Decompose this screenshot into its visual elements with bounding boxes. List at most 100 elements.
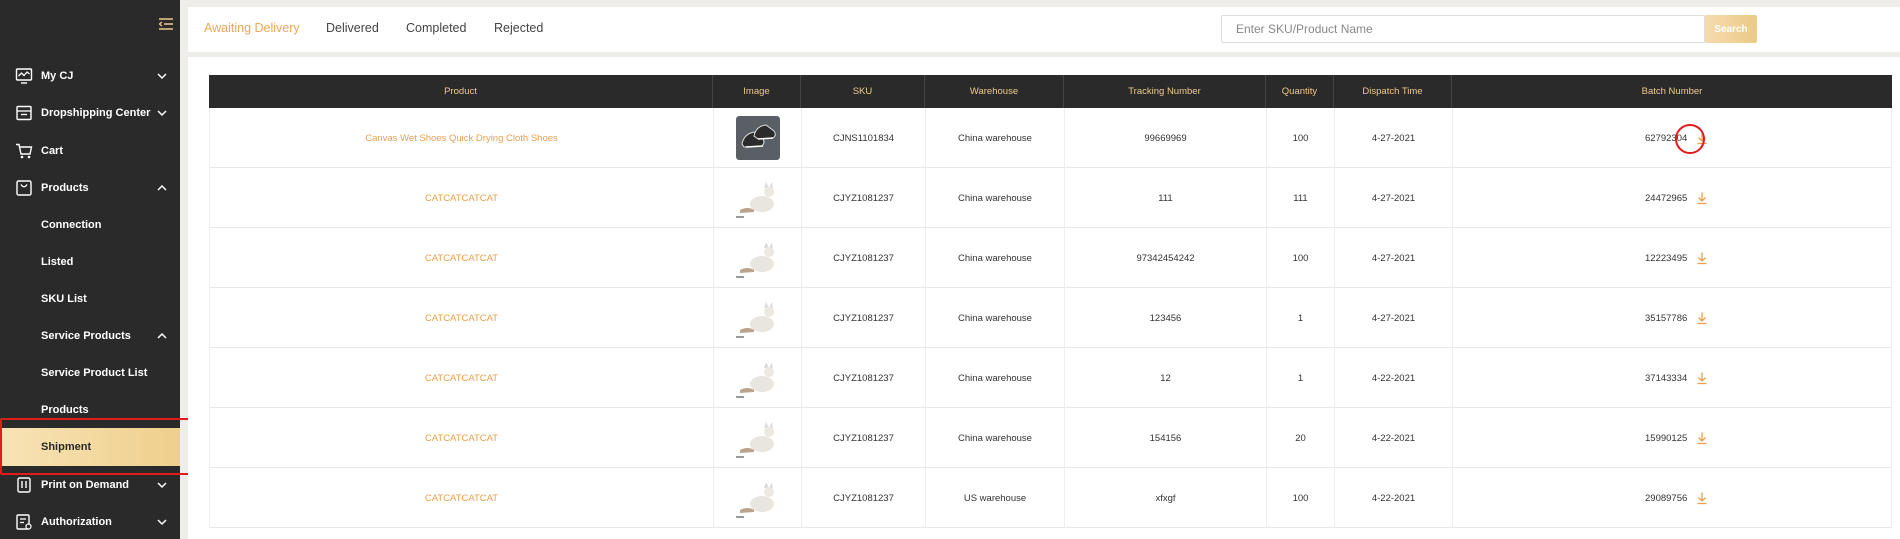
- sidebar-item-dropshipping-center[interactable]: Dropshipping Center: [0, 95, 180, 131]
- product-thumbnail: [735, 176, 780, 220]
- table-row: CATCATCATCAT CJYZ1081237 China warehouse 97…: [209, 228, 1892, 288]
- sidebar-item-my-cj[interactable]: My CJ: [0, 58, 180, 94]
- cell-image: [714, 228, 802, 288]
- tab-completed[interactable]: Completed: [406, 21, 466, 35]
- sidebar-item-connection[interactable]: Connection: [0, 207, 180, 243]
- sidebar-item-service-products[interactable]: Service Products: [0, 318, 180, 354]
- download-icon[interactable]: [1695, 371, 1709, 385]
- monitor-icon: [14, 66, 34, 86]
- cell-quantity: 1: [1267, 288, 1335, 348]
- chevron-down-icon: [157, 73, 167, 80]
- header-tracking-number: Tracking Number: [1064, 75, 1266, 108]
- cell-quantity: 111: [1267, 168, 1335, 228]
- cell-image: [714, 168, 802, 228]
- cell-sku: CJYZ1081237: [802, 288, 926, 348]
- table-row: CATCATCATCAT CJYZ1081237 China warehouse 11…: [209, 168, 1892, 228]
- cell-warehouse: China warehouse: [926, 348, 1065, 408]
- cell-image: [714, 348, 802, 408]
- cart-icon: [14, 141, 34, 161]
- tab-awaiting-delivery[interactable]: Awaiting Delivery: [204, 21, 300, 35]
- download-icon[interactable]: [1695, 191, 1709, 205]
- cell-dispatch: 4-27-2021: [1335, 288, 1453, 348]
- cell-product[interactable]: CATCATCATCAT: [210, 168, 714, 228]
- cell-warehouse: China warehouse: [926, 408, 1065, 468]
- cell-dispatch: 4-22-2021: [1335, 468, 1453, 528]
- download-icon[interactable]: [1695, 311, 1709, 325]
- cell-batch: 29089756: [1453, 468, 1893, 528]
- cell-batch: 15990125: [1453, 408, 1893, 468]
- cell-warehouse: US warehouse: [926, 468, 1065, 528]
- cell-warehouse: China warehouse: [926, 288, 1065, 348]
- header-product: Product: [209, 75, 713, 108]
- sidebar-item-products[interactable]: Products: [0, 170, 180, 206]
- cell-warehouse: China warehouse: [926, 108, 1065, 168]
- search-input[interactable]: [1221, 15, 1705, 43]
- cell-tracking: 111: [1065, 168, 1267, 228]
- cell-quantity: 100: [1267, 108, 1335, 168]
- header-quantity: Quantity: [1266, 75, 1334, 108]
- sidebar-item-print-on-demand[interactable]: Print on Demand: [0, 467, 180, 503]
- cell-tracking: 97342454242: [1065, 228, 1267, 288]
- cell-quantity: 100: [1267, 228, 1335, 288]
- cell-dispatch: 4-22-2021: [1335, 348, 1453, 408]
- product-thumbnail: [735, 356, 780, 400]
- cell-image: [714, 468, 802, 528]
- tab-delivered[interactable]: Delivered: [326, 21, 379, 35]
- product-thumbnail: [735, 416, 780, 460]
- cell-dispatch: 4-27-2021: [1335, 168, 1453, 228]
- cell-tracking: 12: [1065, 348, 1267, 408]
- cell-image: [714, 408, 802, 468]
- sidebar-item-shipment[interactable]: Shipment: [0, 428, 180, 466]
- download-icon[interactable]: [1695, 131, 1709, 145]
- sidebar-item-cart[interactable]: Cart: [0, 133, 180, 169]
- cell-sku: CJYZ1081237: [802, 468, 926, 528]
- sidebar-item-service-product-list[interactable]: Service Product List: [0, 355, 180, 391]
- cell-tracking: 99669969: [1065, 108, 1267, 168]
- download-icon[interactable]: [1695, 491, 1709, 505]
- sidebar-item-sku-list[interactable]: SKU List: [0, 281, 180, 317]
- cell-quantity: 20: [1267, 408, 1335, 468]
- sidebar-item-listed[interactable]: Listed: [0, 244, 180, 280]
- chevron-up-icon: [157, 184, 167, 191]
- header-sku: SKU: [801, 75, 925, 108]
- table-header: Product Image SKU Warehouse Tracking Num…: [209, 75, 1892, 108]
- cell-product[interactable]: Canvas Wet Shoes Quick Drying Cloth Shoe…: [210, 108, 714, 168]
- package-icon: [14, 103, 34, 123]
- batch-number: 37143334: [1645, 372, 1688, 384]
- cell-batch: 35157786: [1453, 288, 1893, 348]
- batch-number: 62792304: [1645, 132, 1688, 144]
- cell-product[interactable]: CATCATCATCAT: [210, 288, 714, 348]
- cell-dispatch: 4-27-2021: [1335, 228, 1453, 288]
- main-panel: Product Image SKU Warehouse Tracking Num…: [188, 57, 1900, 539]
- batch-number: 29089756: [1645, 492, 1688, 504]
- authorization-icon: [14, 512, 34, 532]
- bag-icon: [14, 178, 34, 198]
- download-icon[interactable]: [1695, 251, 1709, 265]
- search-button[interactable]: Search: [1705, 15, 1757, 43]
- chevron-down-icon: [157, 482, 167, 489]
- cell-batch: 24472965: [1453, 168, 1893, 228]
- batch-number: 12223495: [1645, 252, 1688, 264]
- cell-sku: CJYZ1081237: [802, 348, 926, 408]
- cell-batch: 12223495: [1453, 228, 1893, 288]
- cell-image: [714, 108, 802, 168]
- cell-product[interactable]: CATCATCATCAT: [210, 468, 714, 528]
- cell-product[interactable]: CATCATCATCAT: [210, 228, 714, 288]
- tab-rejected[interactable]: Rejected: [494, 21, 543, 35]
- sidebar-item-service-products-products[interactable]: Products: [0, 392, 180, 428]
- batch-number: 35157786: [1645, 312, 1688, 324]
- cell-sku: CJYZ1081237: [802, 168, 926, 228]
- cell-batch: 62792304: [1453, 108, 1893, 168]
- table-row: CATCATCATCAT CJYZ1081237 China warehouse 12…: [209, 348, 1892, 408]
- cell-quantity: 1: [1267, 348, 1335, 408]
- cell-warehouse: China warehouse: [926, 228, 1065, 288]
- download-icon[interactable]: [1695, 431, 1709, 445]
- sidebar-item-authorization[interactable]: Authorization: [0, 504, 180, 539]
- cell-product[interactable]: CATCATCATCAT: [210, 408, 714, 468]
- cell-dispatch: 4-22-2021: [1335, 408, 1453, 468]
- cell-product[interactable]: CATCATCATCAT: [210, 348, 714, 408]
- cell-sku: CJNS1101834: [802, 108, 926, 168]
- cell-quantity: 100: [1267, 468, 1335, 528]
- menu-collapse-icon[interactable]: [158, 16, 174, 32]
- batch-number: 15990125: [1645, 432, 1688, 444]
